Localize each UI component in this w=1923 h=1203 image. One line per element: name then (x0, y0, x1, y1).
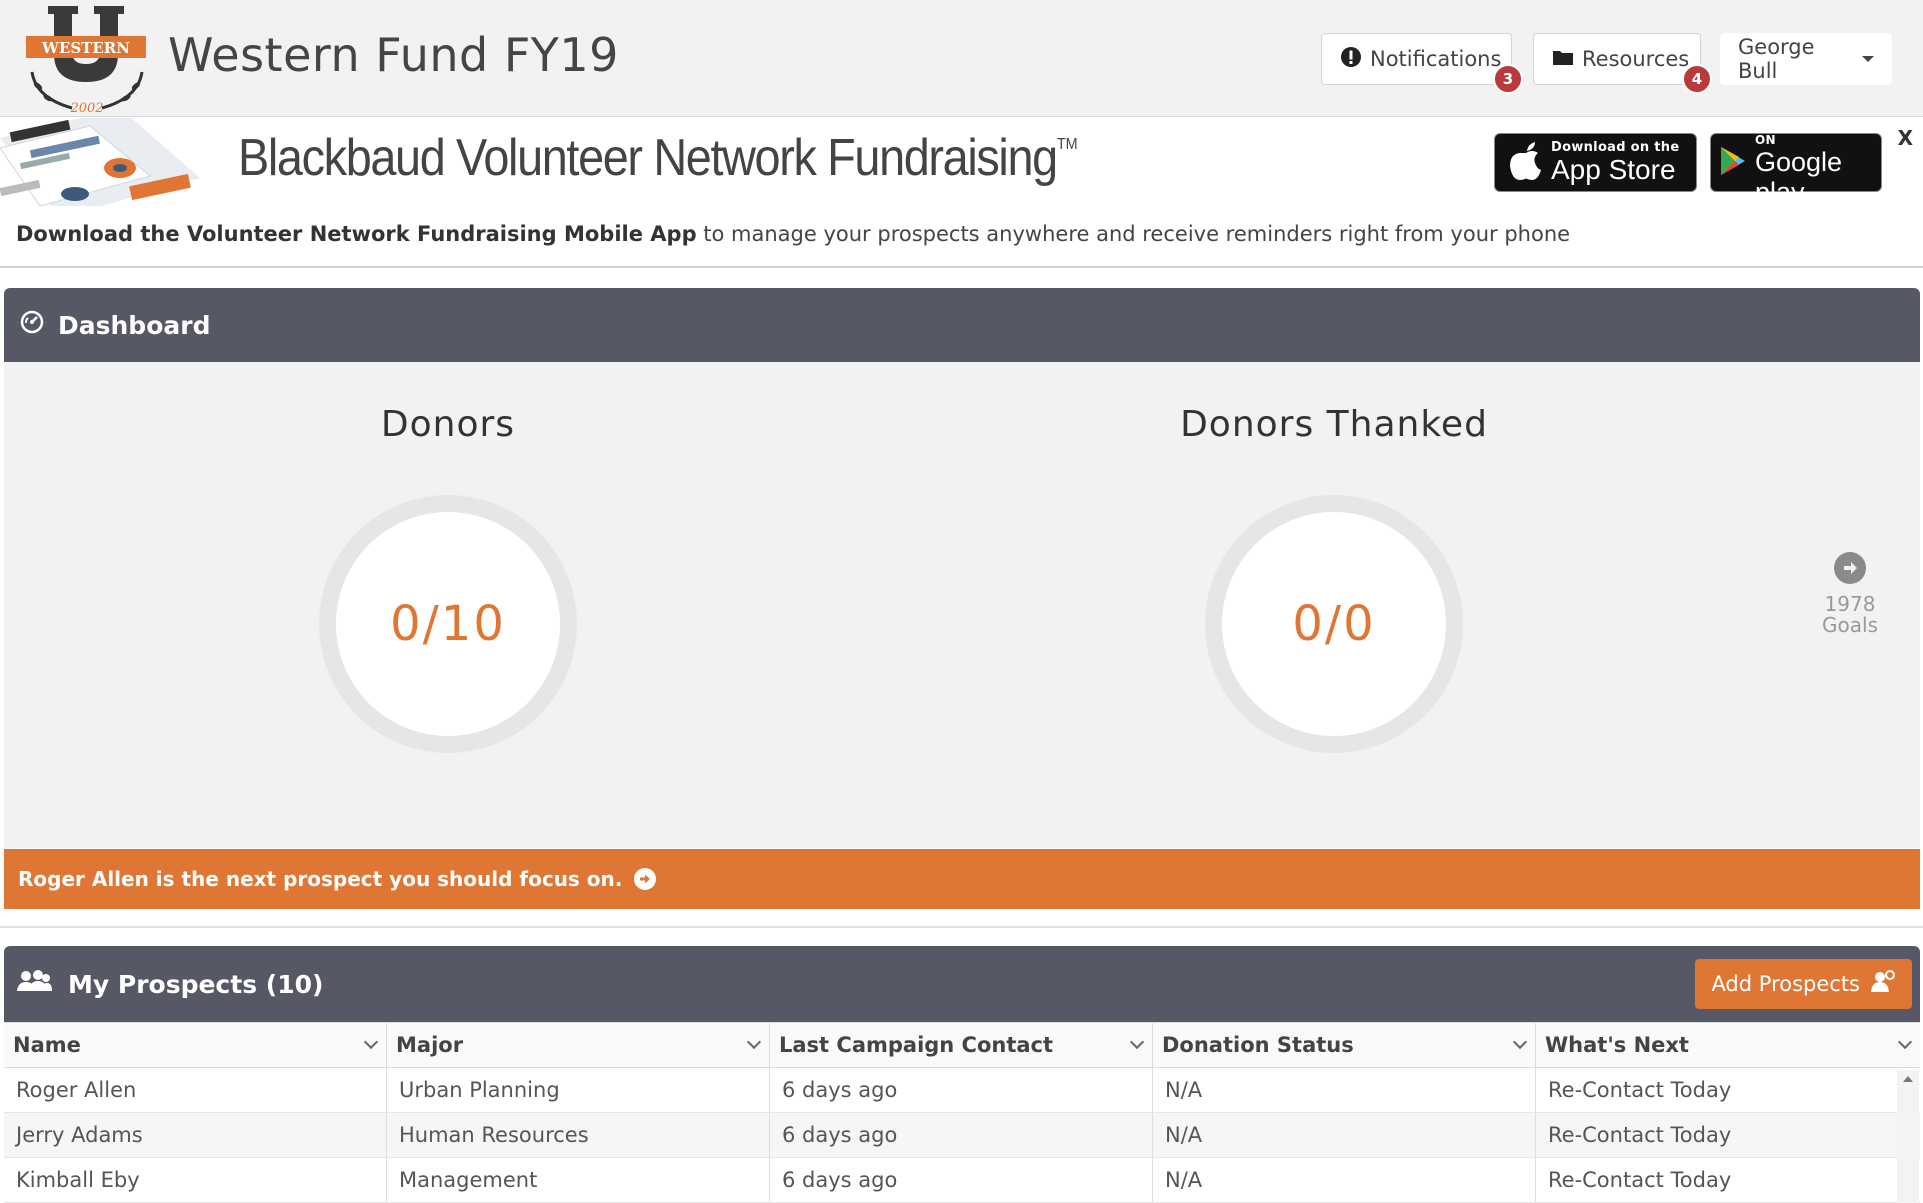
add-user-icon (1870, 969, 1896, 999)
chevron-down-icon[interactable] (363, 1034, 379, 1050)
cell-donation-status: N/A (1153, 1113, 1536, 1157)
add-prospects-label: Add Prospects (1711, 972, 1860, 996)
cell-donation-status: N/A (1153, 1158, 1536, 1202)
column-label: What's Next (1545, 1033, 1689, 1057)
cell-whats-next: Re-Contact Today (1548, 1078, 1732, 1102)
google-play-small-text: ANDROID APP ON (1755, 118, 1853, 147)
goals-link[interactable]: 1978 Goals (1822, 552, 1878, 636)
arrow-right-circle-icon[interactable] (634, 868, 657, 890)
column-label: Name (13, 1033, 81, 1057)
cell-donation-status: N/A (1153, 1068, 1536, 1112)
logo-text: WESTERN (41, 39, 130, 57)
cell-last-contact: 6 days ago (770, 1113, 1153, 1157)
donors-thanked-gauge[interactable]: 0/0 (1205, 495, 1463, 753)
donors-gauge[interactable]: 0/10 (319, 495, 577, 753)
users-icon (16, 969, 52, 999)
google-play-big-text: Google play (1755, 146, 1843, 207)
cell-last-contact: 6 days ago (770, 1068, 1153, 1112)
scroll-up-icon[interactable] (1903, 1076, 1913, 1082)
column-label: Donation Status (1162, 1033, 1354, 1057)
column-label: Last Campaign Contact (779, 1033, 1054, 1057)
logo-year: 2002 (69, 101, 103, 116)
column-label: Major (396, 1033, 464, 1057)
table-body: Roger Allen Urban Planning 6 days ago N/… (4, 1068, 1920, 1203)
google-play-button[interactable]: ANDROID APP ON Google play (1710, 119, 1882, 206)
prospects-header: My Prospects (10) Add Prospects (4, 946, 1920, 1022)
page-title: Western Fund FY19 (168, 28, 619, 82)
chevron-down-icon[interactable] (746, 1034, 762, 1050)
cell-name[interactable]: Jerry Adams (4, 1113, 387, 1157)
table-scrollbar[interactable] (1897, 1070, 1919, 1203)
banner-title: Blackbaud Volunteer Network FundraisingT… (238, 128, 1078, 188)
trademark-mark: TM (1056, 136, 1078, 153)
column-header-last-contact[interactable]: Last Campaign Contact (770, 1023, 1153, 1067)
cell-whats-next: Re-Contact Today (1548, 1168, 1732, 1192)
goals-count: 1978 (1824, 592, 1876, 616)
user-menu-button[interactable]: George Bull (1720, 33, 1892, 85)
google-play-icon (1719, 145, 1747, 181)
folder-icon (1552, 47, 1574, 71)
close-banner-button[interactable]: X (1898, 126, 1913, 150)
mobile-app-banner: Blackbaud Volunteer Network FundraisingT… (0, 118, 1923, 206)
notifications-count-badge: 3 (1493, 64, 1523, 94)
resources-count-badge: 4 (1682, 64, 1712, 94)
chevron-down-icon[interactable] (1129, 1034, 1145, 1050)
resources-label: Resources (1582, 47, 1690, 71)
chevron-down-icon[interactable] (1512, 1034, 1528, 1050)
resources-button[interactable]: Resources 4 (1533, 33, 1712, 94)
cell-major: Urban Planning (387, 1068, 770, 1112)
cell-name[interactable]: Roger Allen (4, 1068, 387, 1112)
column-header-major[interactable]: Major (387, 1023, 770, 1067)
apple-icon (1509, 141, 1543, 185)
dashboard-gauge-icon (20, 310, 44, 340)
donors-gauge-title: Donors (380, 404, 516, 445)
add-prospects-button[interactable]: Add Prospects (1695, 959, 1912, 1009)
app-store-button[interactable]: Download on the App Store (1494, 133, 1697, 192)
donors-gauge-value: 0/10 (336, 512, 560, 736)
table-row[interactable]: Roger Allen Urban Planning 6 days ago N/… (4, 1068, 1920, 1113)
donors-thanked-gauge-value: 0/0 (1222, 512, 1446, 736)
cell-last-contact: 6 days ago (770, 1158, 1153, 1202)
table-row[interactable]: Jerry Adams Human Resources 6 days ago N… (4, 1113, 1920, 1158)
phone-screens-image (0, 118, 210, 206)
arrow-right-circle-icon (1834, 552, 1866, 584)
top-header: WESTERN 2002 Western Fund FY19 Notificat… (0, 0, 1923, 117)
banner-title-text: Blackbaud Volunteer Network Fundraising (238, 129, 1058, 187)
table-row[interactable]: Kimball Eby Management 6 days ago N/A Re… (4, 1158, 1920, 1203)
prospects-title: My Prospects (10) (68, 969, 324, 999)
notifications-label: Notifications (1370, 47, 1502, 71)
next-prospect-text: Roger Allen is the next prospect you sho… (18, 867, 623, 891)
dashboard-title: Dashboard (58, 310, 211, 340)
goals-label: Goals (1822, 613, 1878, 637)
donors-thanked-gauge-title: Donors Thanked (1180, 404, 1488, 445)
user-name: George Bull (1738, 35, 1815, 83)
app-message-rest: to manage your prospects anywhere and re… (696, 222, 1571, 246)
app-store-small-text: Download on the (1551, 139, 1680, 155)
next-prospect-banner[interactable]: Roger Allen is the next prospect you sho… (4, 849, 1920, 909)
section-divider (0, 926, 1923, 928)
app-store-big-text: App Store (1551, 153, 1676, 185)
table-header: Name Major Last Campaign Contact Donatio… (4, 1022, 1920, 1068)
app-download-message: Download the Volunteer Network Fundraisi… (0, 206, 1923, 268)
column-header-donation-status[interactable]: Donation Status (1153, 1023, 1536, 1067)
app-message-bold[interactable]: Download the Volunteer Network Fundraisi… (16, 222, 697, 246)
western-logo[interactable]: WESTERN 2002 (26, 2, 148, 116)
column-header-whats-next[interactable]: What's Next (1536, 1023, 1920, 1067)
exclamation-circle-icon (1340, 46, 1362, 73)
dashboard-header: Dashboard (4, 288, 1920, 362)
cell-major: Management (387, 1158, 770, 1202)
cell-name[interactable]: Kimball Eby (4, 1158, 387, 1202)
chevron-down-icon[interactable] (1897, 1034, 1913, 1050)
prospects-table: Name Major Last Campaign Contact Donatio… (4, 1022, 1920, 1203)
column-header-name[interactable]: Name (4, 1023, 387, 1067)
cell-major: Human Resources (387, 1113, 770, 1157)
dashboard-body (4, 362, 1920, 848)
caret-down-icon (1862, 56, 1874, 62)
notifications-button[interactable]: Notifications 3 (1321, 33, 1523, 94)
cell-whats-next: Re-Contact Today (1548, 1123, 1732, 1147)
